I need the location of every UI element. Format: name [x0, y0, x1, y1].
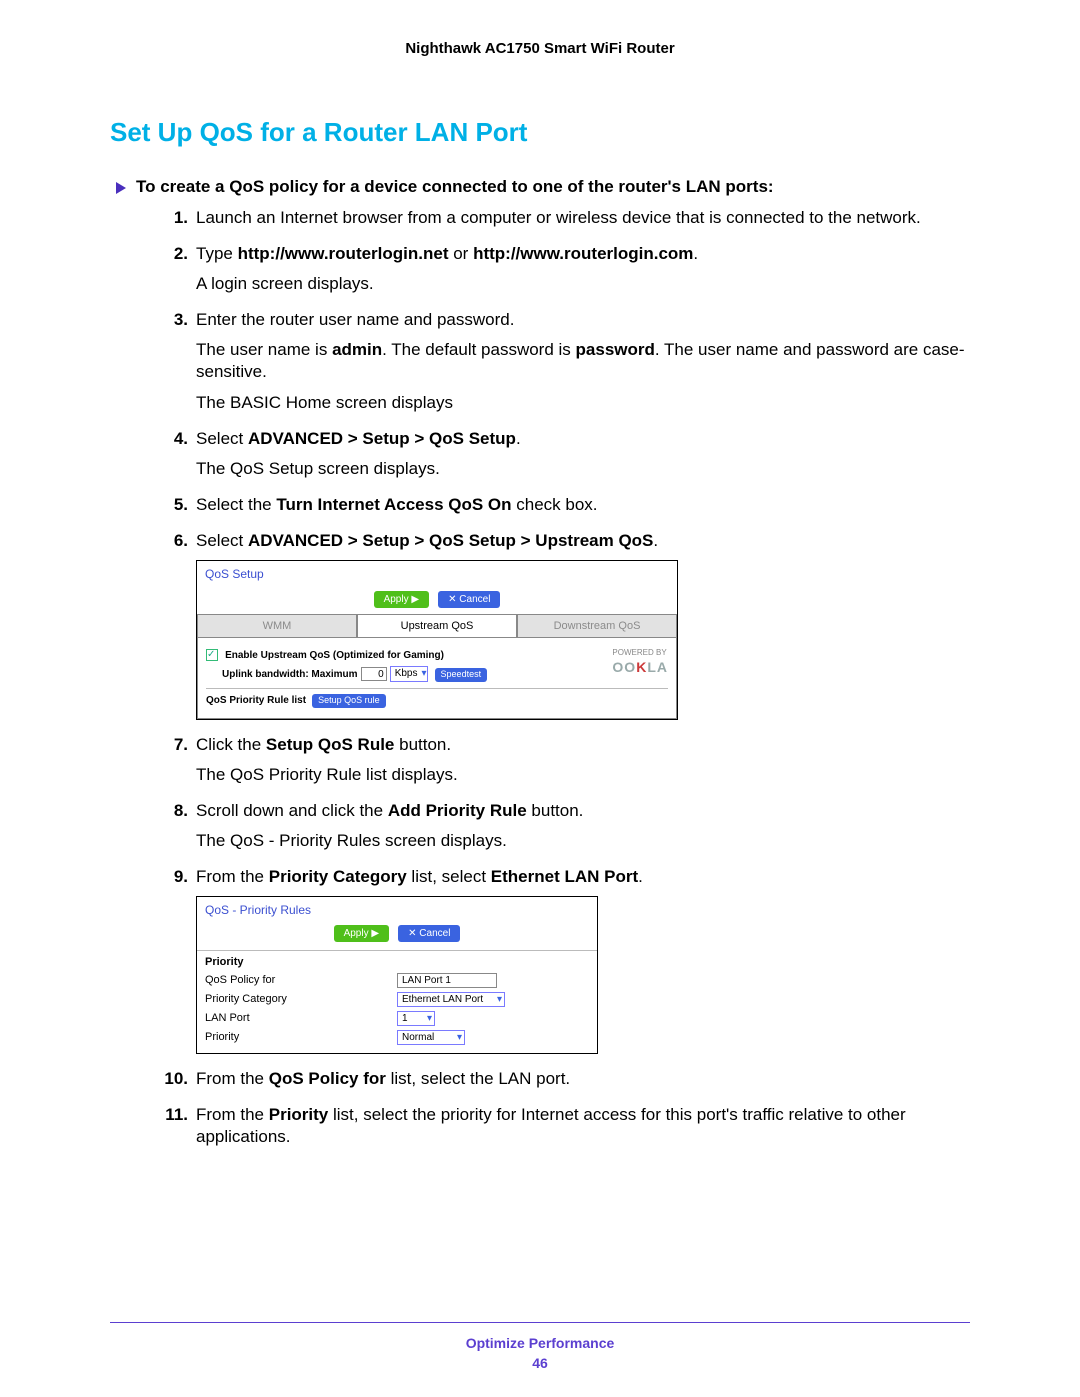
- priority-label: Priority: [205, 1030, 397, 1045]
- step-number: 2.: [160, 243, 196, 303]
- setup-qos-rule-button[interactable]: Setup QoS rule: [312, 694, 386, 708]
- tab-downstream-qos[interactable]: Downstream QoS: [517, 614, 677, 638]
- step-text: Click the Setup QoS Rule button.: [196, 734, 970, 756]
- step-text: Enter the router user name and password.: [196, 309, 970, 331]
- qos-policy-for-value[interactable]: LAN Port 1: [397, 973, 497, 988]
- step-number: 4.: [160, 428, 196, 488]
- page-footer: Optimize Performance 46: [0, 1322, 1080, 1371]
- step-7: 7. Click the Setup QoS Rule button. The …: [160, 734, 970, 794]
- cancel-button[interactable]: ✕ Cancel: [438, 591, 500, 608]
- step-10: 10. From the QoS Policy for list, select…: [160, 1068, 970, 1098]
- speedtest-button[interactable]: Speedtest: [435, 668, 488, 682]
- step-text: From the QoS Policy for list, select the…: [196, 1068, 970, 1090]
- step-text: The user name is admin. The default pass…: [196, 339, 970, 383]
- step-text: Scroll down and click the Add Priority R…: [196, 800, 970, 822]
- step-number: 9.: [160, 866, 196, 1062]
- step-text: The QoS Setup screen displays.: [196, 458, 970, 480]
- step-4: 4. Select ADVANCED > Setup > QoS Setup. …: [160, 428, 970, 488]
- procedure-lead-text: To create a QoS policy for a device conn…: [136, 176, 774, 199]
- procedure-steps: 1. Launch an Internet browser from a com…: [160, 207, 970, 1157]
- procedure-lead: To create a QoS policy for a device conn…: [110, 176, 970, 199]
- step-text: The QoS - Priority Rules screen displays…: [196, 830, 970, 852]
- step-9: 9. From the Priority Category list, sele…: [160, 866, 970, 1062]
- uplink-bandwidth-label: Uplink bandwidth: Maximum: [222, 669, 358, 680]
- arrow-icon: [116, 182, 126, 194]
- step-text: Type http://www.routerlogin.net or http:…: [196, 243, 970, 265]
- priority-category-label: Priority Category: [205, 992, 397, 1007]
- cancel-button[interactable]: ✕ Cancel: [398, 925, 460, 942]
- enable-upstream-label: Enable Upstream QoS (Optimized for Gamin…: [225, 650, 444, 661]
- priority-heading: Priority: [197, 951, 597, 969]
- product-header: Nighthawk AC1750 Smart WiFi Router: [110, 40, 970, 57]
- step-5: 5. Select the Turn Internet Access QoS O…: [160, 494, 970, 524]
- bandwidth-unit-select[interactable]: Kbps: [390, 666, 429, 682]
- priority-select[interactable]: Normal: [397, 1030, 465, 1045]
- step-number: 6.: [160, 530, 196, 728]
- lan-port-select[interactable]: 1: [397, 1011, 435, 1026]
- step-number: 8.: [160, 800, 196, 860]
- screenshot-title: QoS Setup: [197, 561, 677, 589]
- step-11: 11. From the Priority list, select the p…: [160, 1104, 970, 1156]
- step-8: 8. Scroll down and click the Add Priorit…: [160, 800, 970, 860]
- qos-policy-for-label: QoS Policy for: [205, 973, 397, 988]
- document-page: Nighthawk AC1750 Smart WiFi Router Set U…: [0, 0, 1080, 1397]
- step-text: From the Priority Category list, select …: [196, 866, 970, 888]
- ookla-logo: OOKLA: [612, 658, 668, 676]
- step-text: Select ADVANCED > Setup > QoS Setup > Up…: [196, 530, 970, 552]
- step-number: 3.: [160, 309, 196, 421]
- step-number: 10.: [160, 1068, 196, 1098]
- step-text: Launch an Internet browser from a comput…: [196, 207, 970, 229]
- lan-port-label: LAN Port: [205, 1011, 397, 1026]
- step-1: 1. Launch an Internet browser from a com…: [160, 207, 970, 237]
- powered-by-label: POWERED BY: [612, 648, 668, 658]
- rule-list-label: QoS Priority Rule list: [206, 695, 306, 706]
- tab-upstream-qos[interactable]: Upstream QoS: [357, 614, 517, 638]
- step-number: 11.: [160, 1104, 196, 1156]
- priority-category-select[interactable]: Ethernet LAN Port: [397, 992, 505, 1007]
- enable-upstream-checkbox[interactable]: [206, 649, 218, 661]
- step-text: The QoS Priority Rule list displays.: [196, 764, 970, 786]
- step-text: From the Priority list, select the prior…: [196, 1104, 970, 1148]
- step-3: 3. Enter the router user name and passwo…: [160, 309, 970, 421]
- priority-rules-screenshot: QoS - Priority Rules Apply ▶ ✕ Cancel Pr…: [196, 896, 598, 1054]
- tab-wmm[interactable]: WMM: [197, 614, 357, 638]
- qos-setup-screenshot: QoS Setup Apply ▶ ✕ Cancel WMM Upstream …: [196, 560, 678, 720]
- step-6: 6. Select ADVANCED > Setup > QoS Setup >…: [160, 530, 970, 728]
- page-number: 46: [0, 1355, 1080, 1371]
- uplink-bandwidth-input[interactable]: 0: [361, 667, 387, 681]
- step-2: 2. Type http://www.routerlogin.net or ht…: [160, 243, 970, 303]
- step-text: A login screen displays.: [196, 273, 970, 295]
- screenshot-title: QoS - Priority Rules: [197, 897, 597, 925]
- step-number: 7.: [160, 734, 196, 794]
- section-heading: Set Up QoS for a Router LAN Port: [110, 117, 970, 148]
- step-number: 5.: [160, 494, 196, 524]
- apply-button[interactable]: Apply ▶: [374, 591, 429, 608]
- step-text: Select ADVANCED > Setup > QoS Setup.: [196, 428, 970, 450]
- step-number: 1.: [160, 207, 196, 237]
- footer-section: Optimize Performance: [0, 1335, 1080, 1351]
- apply-button[interactable]: Apply ▶: [334, 925, 389, 942]
- step-text: The BASIC Home screen displays: [196, 392, 970, 414]
- step-text: Select the Turn Internet Access QoS On c…: [196, 494, 970, 516]
